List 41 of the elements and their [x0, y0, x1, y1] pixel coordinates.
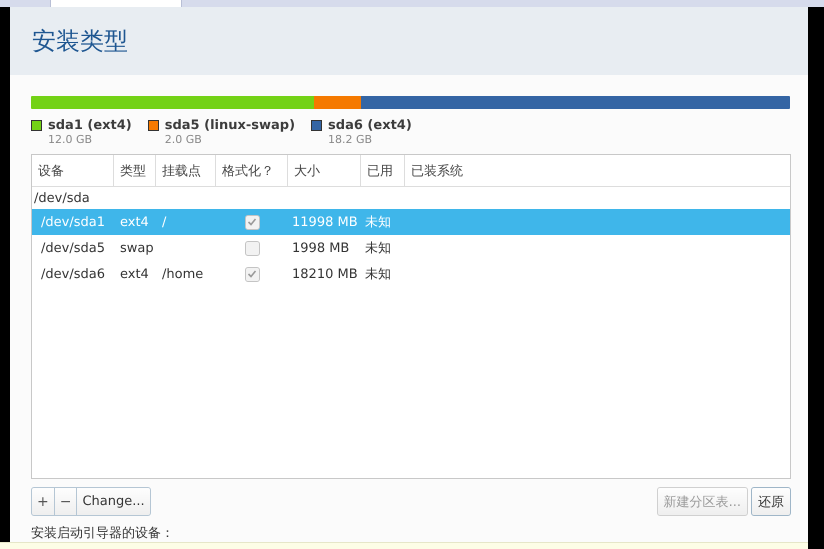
column-header[interactable]: 大小 [288, 155, 361, 186]
used-cell-text: 未知 [364, 240, 392, 257]
change-button[interactable]: Change... [76, 487, 151, 516]
disk-row[interactable]: /dev/sda [32, 187, 790, 209]
device-cell-text: /dev/sda5 [40, 240, 106, 256]
type-cell-text: swap [119, 240, 155, 256]
mount-cell-text: /home [161, 266, 204, 282]
partition-size: 12.0 GB [48, 133, 94, 146]
type-cell-text: ext4 [119, 214, 150, 230]
used-cell-text: 未知 [364, 266, 392, 283]
used-cell-text: 未知 [364, 214, 392, 231]
checkmark-icon [247, 269, 257, 279]
partition-name: sda6 (ext4) [328, 118, 412, 133]
bootloader-label: 安装启动引导器的设备： [31, 526, 174, 541]
column-header[interactable]: 格式化？ [216, 155, 288, 186]
size-cell-text: 1998 MB [291, 240, 350, 256]
format-checkbox[interactable] [244, 266, 260, 282]
size-cell-text: 18210 MB [291, 266, 359, 282]
checkmark-icon [247, 217, 257, 227]
partition-name: sda1 (ext4) [48, 118, 132, 133]
column-header[interactable]: 设备 [32, 155, 114, 186]
format-checkbox[interactable] [244, 240, 260, 256]
column-header[interactable]: 挂载点 [156, 155, 216, 186]
action-button[interactable]: 还原 [751, 487, 791, 516]
partition-row[interactable]: /dev/sda6 ext4 /home 18210 MB 未知 [32, 261, 790, 287]
remove-button[interactable]: − [54, 487, 78, 516]
size-cell-text: 11998 MB [291, 214, 359, 230]
partition-name: sda5 (linux-swap) [164, 118, 296, 133]
add-button[interactable]: + [31, 487, 55, 516]
type-cell-text: ext4 [119, 266, 150, 282]
mount-cell-text: / [161, 214, 168, 230]
page-title: 安装类型 [32, 26, 128, 57]
partition-size: 2.0 GB [164, 133, 203, 146]
column-header[interactable]: 已用 [361, 155, 405, 186]
device-cell-text: /dev/sda6 [40, 266, 106, 282]
device-cell-text: /dev/sda1 [40, 214, 106, 230]
partition-size: 18.2 GB [328, 133, 374, 146]
format-checkbox[interactable] [244, 214, 260, 230]
column-header[interactable]: 类型 [114, 155, 156, 186]
partition-row[interactable]: /dev/sda5 swap 1998 MB 未知 [32, 235, 790, 261]
column-header[interactable]: 已装系统 [405, 155, 790, 186]
